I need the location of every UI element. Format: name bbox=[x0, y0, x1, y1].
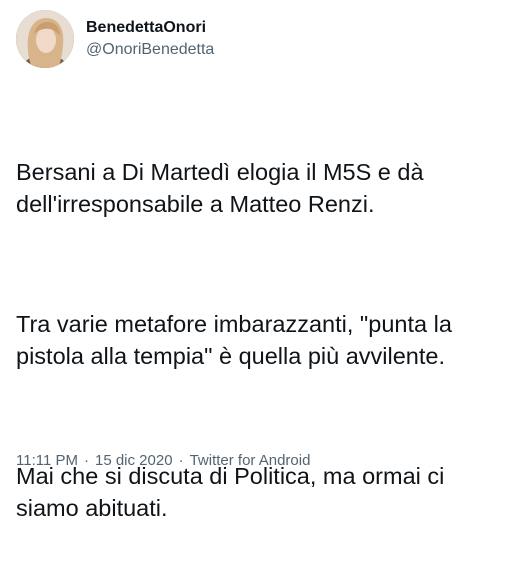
tweet-metadata: 11:11 PM · 15 dic 2020 · Twitter for And… bbox=[16, 451, 310, 471]
tweet-card: BenedettaOnori @OnoriBenedetta Bersani a… bbox=[0, 0, 520, 521]
tweet-time[interactable]: 11:11 PM bbox=[16, 451, 78, 471]
avatar[interactable] bbox=[16, 10, 74, 68]
tweet-paragraph: Tra varie metafore imbarazzanti, "punta … bbox=[16, 311, 459, 369]
display-name[interactable]: BenedettaOnori bbox=[86, 18, 214, 38]
user-names: BenedettaOnori @OnoriBenedetta bbox=[86, 18, 214, 60]
tweet-paragraph: Bersani a Di Martedì elogia il M5S e dà … bbox=[16, 159, 431, 217]
tweet-text: Bersani a Di Martedì elogia il M5S e dà … bbox=[16, 92, 506, 588]
tweet-date[interactable]: 15 dic 2020 bbox=[95, 451, 173, 471]
tweet-header: BenedettaOnori @OnoriBenedetta bbox=[16, 10, 214, 68]
user-handle[interactable]: @OnoriBenedetta bbox=[86, 40, 214, 60]
separator-dot: · bbox=[83, 452, 89, 469]
separator-dot: · bbox=[178, 452, 184, 469]
tweet-source[interactable]: Twitter for Android bbox=[190, 451, 311, 471]
